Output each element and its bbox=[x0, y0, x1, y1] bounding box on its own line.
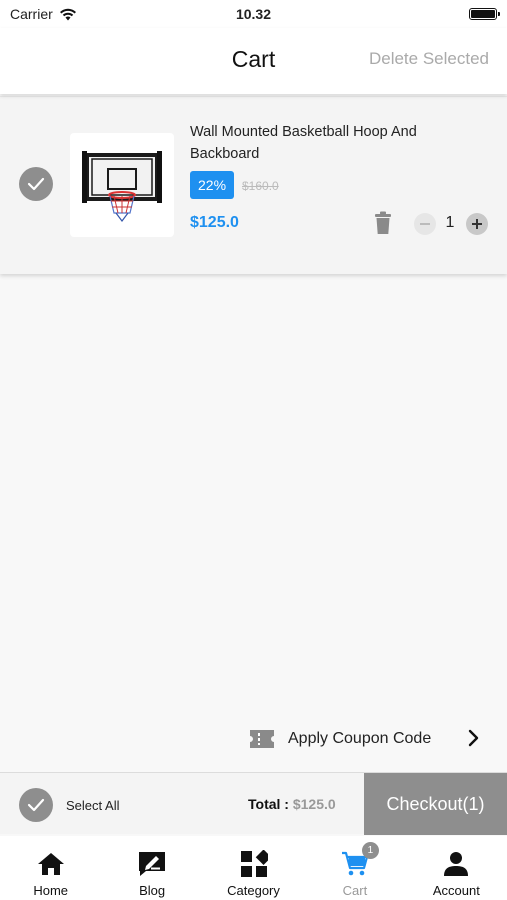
status-bar: Carrier 10.32 bbox=[0, 0, 507, 28]
item-select-checkbox[interactable] bbox=[19, 167, 53, 201]
minus-icon bbox=[420, 223, 430, 225]
tab-label: Home bbox=[33, 883, 69, 898]
cart-item: Wall Mounted Basketball Hoop And Backboa… bbox=[0, 96, 507, 274]
plus-icon bbox=[472, 219, 482, 229]
tab-label: Category bbox=[227, 883, 280, 898]
account-icon bbox=[444, 852, 469, 876]
checkmark-icon bbox=[27, 798, 45, 812]
item-price: $125.0 bbox=[190, 214, 239, 231]
discount-badge: 22% bbox=[190, 171, 235, 199]
tab-home[interactable]: Home bbox=[0, 836, 101, 900]
header: Cart Delete Selected bbox=[0, 28, 507, 94]
cart-total: Total : $125.0 bbox=[248, 796, 336, 812]
bottom-tab-bar: Home Blog Category 1 Cart Account bbox=[0, 836, 507, 900]
battery-icon bbox=[469, 8, 500, 20]
chevron-right-icon bbox=[468, 729, 479, 747]
total-label: Total : bbox=[248, 796, 289, 812]
home-icon bbox=[37, 853, 64, 875]
delete-selected-button[interactable]: Delete Selected bbox=[369, 49, 489, 69]
quantity-increase-button[interactable] bbox=[466, 213, 488, 235]
tab-blog[interactable]: Blog bbox=[101, 836, 202, 900]
checkmark-icon bbox=[27, 177, 45, 191]
tab-cart[interactable]: 1 Cart bbox=[304, 836, 405, 900]
quantity-value: 1 bbox=[445, 214, 455, 231]
select-all-label[interactable]: Select All bbox=[66, 798, 119, 813]
trash-icon[interactable] bbox=[373, 211, 393, 235]
tab-label: Cart bbox=[342, 883, 368, 898]
total-value: $125.0 bbox=[292, 796, 336, 812]
quantity-decrease-button[interactable] bbox=[414, 213, 436, 235]
checkout-button[interactable]: Checkout(1) bbox=[364, 773, 507, 835]
tab-label: Blog bbox=[139, 883, 166, 898]
cart-count-badge: 1 bbox=[361, 842, 379, 859]
basketball-hoop-icon bbox=[82, 151, 162, 222]
tab-category[interactable]: Category bbox=[203, 836, 304, 900]
blog-icon bbox=[139, 852, 166, 876]
status-time: 10.32 bbox=[235, 6, 272, 22]
original-price: $160.0 bbox=[242, 179, 279, 193]
coupon-label: Apply Coupon Code bbox=[288, 730, 432, 747]
cart-action-bar: Select All Total : $125.0 Checkout(1) bbox=[0, 772, 507, 835]
product-name[interactable]: Wall Mounted Basketball Hoop And Backboa… bbox=[190, 121, 480, 165]
select-all-checkbox[interactable] bbox=[19, 788, 53, 822]
category-icon bbox=[240, 850, 268, 877]
coupon-icon bbox=[250, 730, 274, 748]
tab-account[interactable]: Account bbox=[406, 836, 507, 900]
apply-coupon-row[interactable]: Apply Coupon Code bbox=[0, 720, 507, 760]
tab-label: Account bbox=[432, 883, 480, 898]
product-image[interactable] bbox=[70, 133, 174, 237]
